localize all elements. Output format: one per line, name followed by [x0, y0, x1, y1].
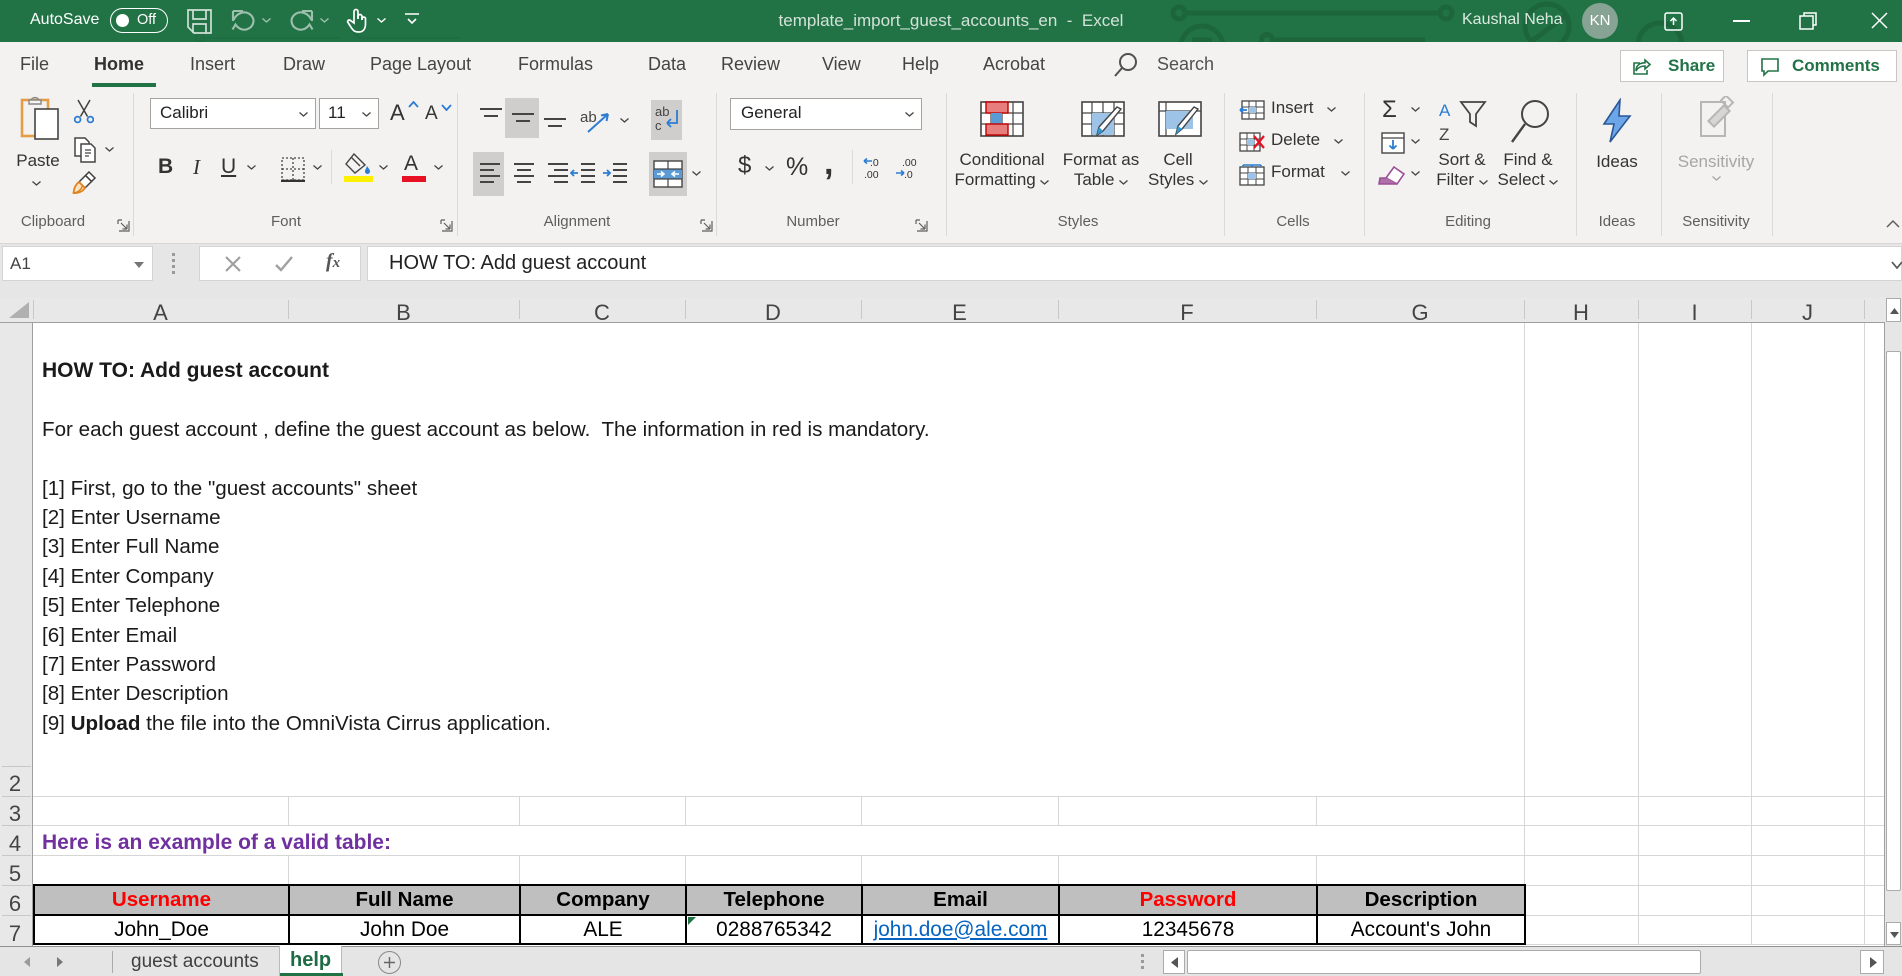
svg-text:A: A [1439, 101, 1451, 120]
svg-text:c: c [655, 118, 662, 133]
svg-text:.00: .00 [864, 169, 879, 180]
svg-text:ab: ab [655, 104, 669, 119]
svg-text:.00: .00 [902, 157, 917, 169]
svg-text:Z: Z [1439, 125, 1449, 144]
svg-text:.0: .0 [904, 169, 913, 180]
svg-text:ab: ab [580, 109, 597, 126]
svg-text:.0: .0 [870, 157, 879, 169]
